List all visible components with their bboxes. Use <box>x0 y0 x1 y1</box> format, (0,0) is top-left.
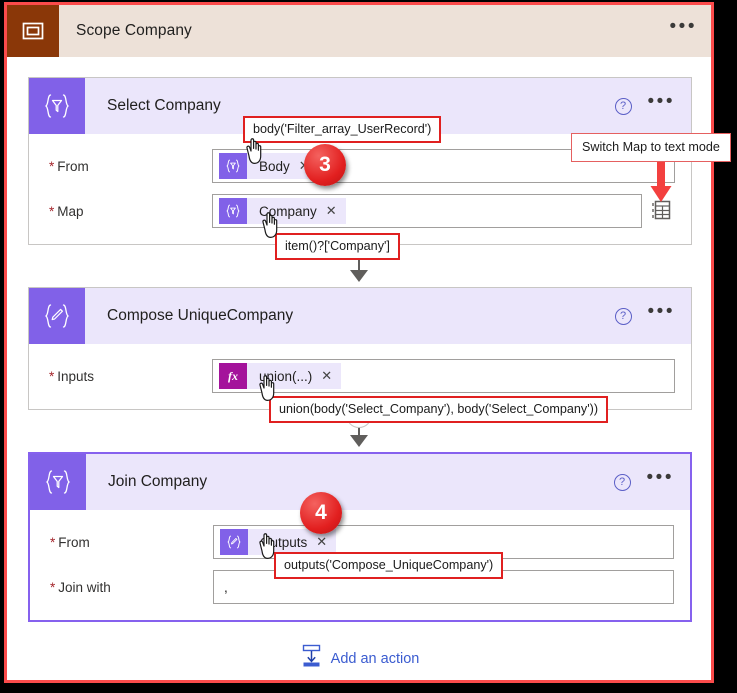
card-header-actions: ? ••• <box>614 92 691 115</box>
card-overflow-menu-button[interactable]: ••• <box>648 302 675 324</box>
field-label-text: From <box>58 534 90 550</box>
connector-arrow-icon <box>350 270 368 282</box>
required-marker: * <box>49 368 55 384</box>
dynamic-token-company[interactable]: Company ✕ <box>219 198 346 224</box>
remove-token-button[interactable]: ✕ <box>316 534 336 550</box>
tooltip-switch-map-to-text-mode: Switch Map to text mode <box>571 133 731 162</box>
action-card-join-company[interactable]: Join Company ? ••• * From Outputs ✕ * Jo… <box>28 452 692 622</box>
scope-container: Scope Company ••• Select Company ? ••• *… <box>4 2 731 683</box>
add-an-action-button[interactable]: Add an action <box>28 644 692 673</box>
join-action-icon <box>30 454 86 510</box>
help-icon[interactable]: ? <box>613 473 631 491</box>
step-badge-3: 3 <box>304 144 346 186</box>
connector-arrow-icon <box>350 435 368 447</box>
field-label-join-from: * From <box>50 535 213 550</box>
join-with-value: , <box>224 579 228 595</box>
scope-title: Scope Company <box>76 22 192 39</box>
add-action-icon <box>301 644 322 673</box>
field-row-inputs: * Inputs fx union(...) ✕ <box>29 357 691 395</box>
step-badge-4: 4 <box>300 492 342 534</box>
field-label-join-with: * Join with <box>50 580 213 595</box>
card-header[interactable]: Compose UniqueCompany ? ••• <box>29 288 691 344</box>
expression-token-union[interactable]: fx union(...) ✕ <box>219 363 342 389</box>
card-header-actions: ? ••• <box>614 302 691 325</box>
scope-overflow-menu-button[interactable]: ••• <box>670 17 697 40</box>
scope-icon <box>7 5 59 57</box>
annotation-inputs-expression: union(body('Select_Company'), body('Sele… <box>269 396 609 423</box>
card-title: Join Company <box>108 473 208 490</box>
cursor-pointer-icon <box>253 531 279 566</box>
remove-token-button[interactable]: ✕ <box>326 203 346 219</box>
field-label-inputs: * Inputs <box>49 369 212 384</box>
annotation-arrow-down-icon <box>649 162 673 209</box>
annotation-map-expression: item()?['Company'] <box>275 233 400 260</box>
card-title: Select Company <box>107 97 221 114</box>
required-marker: * <box>50 534 56 550</box>
compose-action-icon <box>29 288 85 344</box>
field-label-text: From <box>57 158 89 174</box>
select-action-icon <box>29 78 85 134</box>
help-icon[interactable]: ? <box>614 307 632 325</box>
cursor-pointer-icon <box>240 136 266 171</box>
required-marker: * <box>49 158 55 174</box>
inputs-input[interactable]: fx union(...) ✕ <box>212 359 675 393</box>
field-label-text: Inputs <box>57 368 95 384</box>
compose-token-icon <box>220 529 248 555</box>
card-overflow-menu-button[interactable]: ••• <box>648 92 675 114</box>
field-label-text: Map <box>57 203 84 219</box>
cursor-pointer-icon <box>253 373 279 408</box>
annotation-join-from-expression: outputs('Compose_UniqueCompany') <box>274 552 504 579</box>
required-marker: * <box>49 203 55 219</box>
card-header[interactable]: Join Company ? ••• <box>30 454 690 510</box>
cursor-pointer-icon <box>256 210 282 245</box>
action-card-compose-uniquecompany[interactable]: Compose UniqueCompany ? ••• * Inputs fx u… <box>28 287 692 410</box>
add-an-action-label: Add an action <box>330 650 420 667</box>
fx-icon: fx <box>219 363 247 389</box>
required-marker: * <box>50 579 56 595</box>
select-token-icon <box>219 198 247 224</box>
card-overflow-menu-button[interactable]: ••• <box>647 468 674 490</box>
remove-token-button[interactable]: ✕ <box>321 368 341 384</box>
field-label-text: Join with <box>58 579 111 595</box>
field-label-map: * Map <box>49 204 212 219</box>
field-row-map: * Map Company ✕ <box>29 192 691 230</box>
scope-header: Scope Company ••• <box>7 5 711 57</box>
card-title: Compose UniqueCompany <box>107 307 294 324</box>
help-icon[interactable]: ? <box>614 97 632 115</box>
annotation-from-expression: body('Filter_array_UserRecord') <box>243 116 442 143</box>
field-label-from: * From <box>49 159 212 174</box>
card-header-actions: ? ••• <box>613 468 690 491</box>
